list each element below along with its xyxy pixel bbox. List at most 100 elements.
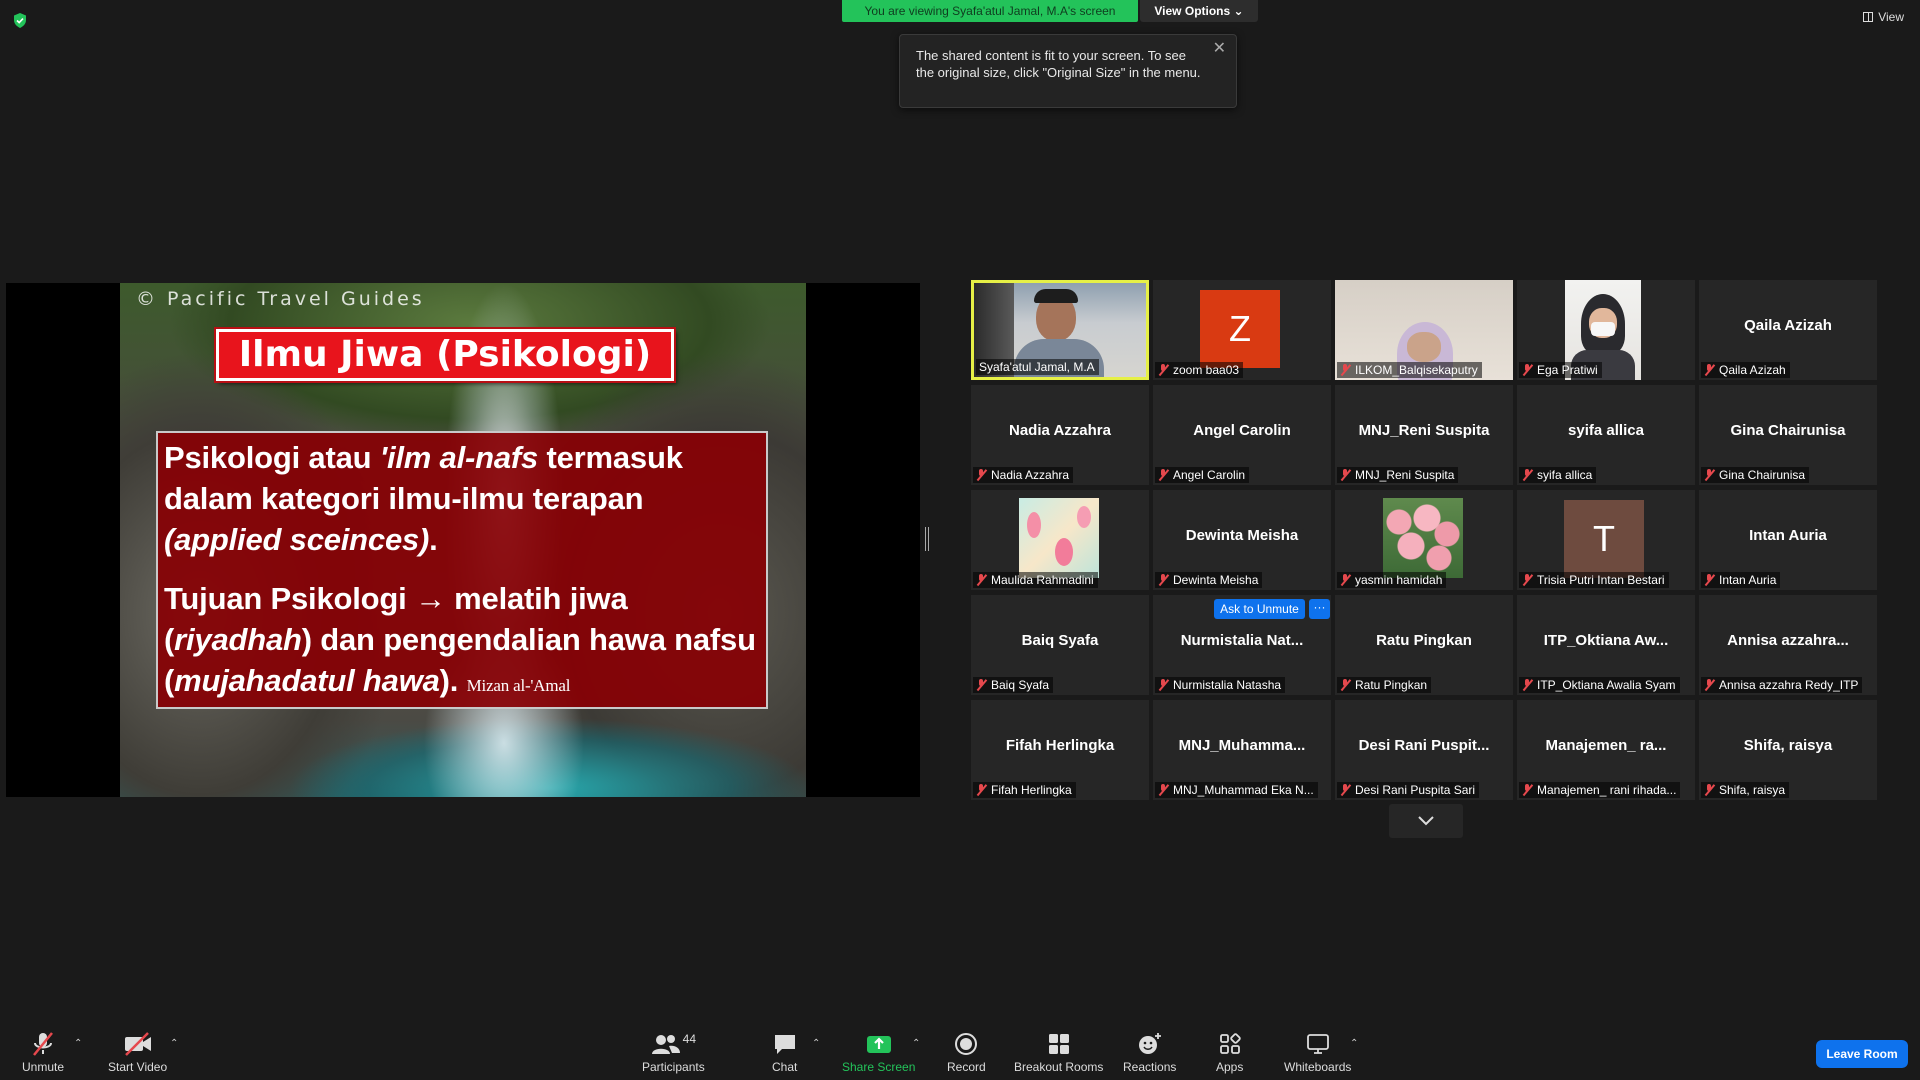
whiteboards-button[interactable]: Whiteboards	[1284, 1030, 1351, 1074]
participant-tile[interactable]: Gina Chairunisa Gina Chairunisa	[1699, 385, 1877, 485]
whiteboards-options-caret[interactable]: ⌃	[1350, 1038, 1358, 1049]
apps-label: Apps	[1216, 1060, 1244, 1074]
participant-tile[interactable]: syifa allica syifa allica	[1517, 385, 1695, 485]
muted-microphone-icon	[976, 469, 987, 481]
participant-name-display: ITP_Oktiana Aw...	[1543, 632, 1669, 649]
share-options-caret[interactable]: ⌃	[912, 1038, 920, 1049]
gallery-next-page-button[interactable]	[1389, 804, 1463, 838]
participant-tile[interactable]: Manajemen_ ra... Manajemen_ rani rihada..…	[1517, 700, 1695, 800]
participant-tile[interactable]: Desi Rani Puspit... Desi Rani Puspita Sar…	[1335, 700, 1513, 800]
close-icon[interactable]: ✕	[1213, 41, 1226, 57]
share-screen-label: Share Screen	[842, 1060, 916, 1074]
leave-room-button[interactable]: Leave Room	[1816, 1040, 1908, 1068]
whiteboards-label: Whiteboards	[1284, 1060, 1352, 1074]
muted-microphone-icon	[1704, 574, 1715, 586]
participant-name-display: MNJ_Reni Suspita	[1358, 422, 1490, 439]
participant-name-label: zoom baa03	[1155, 362, 1244, 378]
participant-photo	[1019, 498, 1099, 578]
muted-microphone-icon	[1340, 364, 1351, 376]
split-view-handle[interactable]	[925, 527, 929, 551]
chat-label: Chat	[772, 1060, 798, 1074]
muted-microphone-icon	[976, 679, 987, 691]
share-screen-button[interactable]: Share Screen	[842, 1030, 915, 1074]
participant-tile[interactable]: yasmin hamidah	[1335, 490, 1513, 590]
participant-name-display: Baiq Syafa	[1021, 632, 1099, 649]
breakout-rooms-button[interactable]: Breakout Rooms	[1014, 1030, 1103, 1074]
participant-tile[interactable]: Maulida Rahmadini	[971, 490, 1149, 590]
participant-tile[interactable]: Annisa azzahra... Annisa azzahra Redy_ITP	[1699, 595, 1877, 695]
participant-name-label: Ratu Pingkan	[1337, 677, 1432, 693]
participant-tile[interactable]: ILKOM_Balqisekaputry	[1335, 280, 1513, 380]
participant-tile[interactable]: Zzoom baa03	[1153, 280, 1331, 380]
participant-name-label: Angel Carolin	[1155, 467, 1250, 483]
chevron-down-icon: ⌄	[1233, 4, 1244, 18]
shared-screen: © Pacific Travel Guides Ilmu Jiwa (Psiko…	[6, 283, 920, 797]
muted-microphone-icon	[1522, 784, 1533, 796]
participant-name-display: Shifa, raisya	[1743, 737, 1833, 754]
participant-tile[interactable]: Fifah Herlingka Fifah Herlingka	[971, 700, 1149, 800]
participant-name-display: Fifah Herlingka	[1005, 737, 1115, 754]
muted-microphone-icon	[1704, 364, 1715, 376]
participant-tile[interactable]: MNJ_Muhamma... MNJ_Muhammad Eka N...	[1153, 700, 1331, 800]
participant-name-label: Gina Chairunisa	[1701, 467, 1810, 483]
participant-tile[interactable]: Shifa, raisya Shifa, raisya	[1699, 700, 1877, 800]
slide-paragraph-1: Psikologi atau 'ilm al-nafs termasuk dal…	[164, 440, 683, 557]
more-options-button[interactable]: ···	[1309, 599, 1330, 619]
apps-button[interactable]: Apps	[1216, 1030, 1243, 1074]
muted-microphone-icon	[1158, 574, 1169, 586]
participant-name-display: Dewinta Meisha	[1185, 527, 1299, 544]
slide-watermark: © Pacific Travel Guides	[136, 288, 425, 310]
participant-tile[interactable]: Dewinta Meisha Dewinta Meisha	[1153, 490, 1331, 590]
muted-microphone-icon	[1522, 469, 1533, 481]
participant-name-label: MNJ_Reni Suspita	[1337, 467, 1459, 483]
chat-button[interactable]: Chat	[772, 1030, 797, 1074]
participant-tile[interactable]: Ega Pratiwi	[1517, 280, 1695, 380]
muted-microphone-icon	[976, 574, 987, 586]
muted-microphone-icon	[1340, 679, 1351, 691]
participant-name-label: syifa allica	[1519, 467, 1597, 483]
ask-to-unmute-button[interactable]: Ask to Unmute	[1214, 599, 1305, 619]
participant-tile[interactable]: Ratu Pingkan Ratu Pingkan	[1335, 595, 1513, 695]
unmute-button[interactable]: Unmute	[22, 1030, 64, 1074]
participant-name-label: Syafa'atul Jamal, M.A	[976, 359, 1099, 375]
participant-avatar: T	[1564, 500, 1644, 578]
participant-name-display: MNJ_Muhamma...	[1178, 737, 1306, 754]
view-options-label: View Options	[1154, 4, 1231, 18]
participant-tile[interactable]: MNJ_Reni Suspita MNJ_Reni Suspita	[1335, 385, 1513, 485]
participant-name-label: ILKOM_Balqisekaputry	[1337, 362, 1482, 378]
chat-options-caret[interactable]: ⌃	[812, 1038, 820, 1049]
participant-tile[interactable]: T Trisia Putri Intan Bestari	[1517, 490, 1695, 590]
participant-name-display: Annisa azzahra...	[1727, 632, 1849, 649]
viewing-screen-banner: You are viewing Syafa'atul Jamal, M.A's …	[842, 0, 1138, 22]
tooltip-text: The shared content is fit to your screen…	[916, 48, 1201, 80]
participants-button[interactable]: 44 Participants	[642, 1030, 705, 1074]
muted-microphone-icon	[1704, 784, 1715, 796]
participant-tile[interactable]: ITP_Oktiana Aw... ITP_Oktiana Awalia Syam	[1517, 595, 1695, 695]
participant-tile[interactable]: Qaila Azizah Qaila Azizah	[1699, 280, 1877, 380]
reactions-button[interactable]: Reactions	[1123, 1030, 1176, 1074]
reactions-label: Reactions	[1123, 1060, 1177, 1074]
participant-name-label: Nurmistalia Natasha	[1155, 677, 1286, 693]
view-layout-button[interactable]: View	[1863, 10, 1904, 24]
video-options-caret[interactable]: ⌃	[170, 1038, 178, 1049]
muted-microphone-icon	[1522, 679, 1533, 691]
view-options-button[interactable]: View Options ⌄	[1140, 0, 1258, 22]
muted-microphone-icon	[1158, 784, 1169, 796]
record-button[interactable]: Record	[947, 1030, 986, 1074]
audio-options-caret[interactable]: ⌃	[74, 1038, 82, 1049]
share-screen-icon	[866, 1036, 891, 1053]
start-video-button[interactable]: Start Video	[108, 1030, 167, 1074]
participant-name-label: ITP_Oktiana Awalia Syam	[1519, 677, 1680, 693]
participant-photo	[1383, 498, 1463, 578]
slide-title: Ilmu Jiwa (Psikologi)	[214, 327, 676, 383]
participant-tile[interactable]: Angel Carolin Angel Carolin	[1153, 385, 1331, 485]
participant-tile[interactable]: Baiq Syafa Baiq Syafa	[971, 595, 1149, 695]
participant-tile[interactable]: Intan Auria Intan Auria	[1699, 490, 1877, 590]
record-icon	[955, 1033, 978, 1055]
security-shield-icon[interactable]	[13, 13, 27, 28]
record-label: Record	[947, 1060, 986, 1074]
chat-icon	[774, 1035, 795, 1054]
participant-tile[interactable]: Nadia Azzahra Nadia Azzahra	[971, 385, 1149, 485]
slide-source: Mizan al-'Amal	[466, 676, 571, 695]
participant-tile[interactable]: Syafa'atul Jamal, M.A	[971, 280, 1149, 380]
